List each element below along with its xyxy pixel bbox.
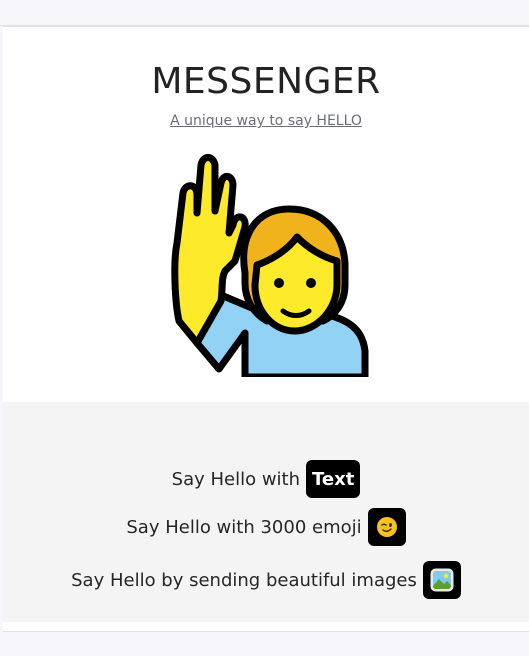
feature-text-label: Say Hello with	[171, 468, 301, 490]
page-title: MESSENGER	[151, 61, 381, 102]
person-raising-hand-icon	[171, 154, 369, 377]
feature-text: Say Hello with Text	[3, 460, 529, 498]
tagline: A unique way to say HELLO	[3, 113, 529, 129]
feature-images-label: Say Hello by sending beautiful images	[71, 569, 417, 591]
feature-images: Say Hello by sending beautiful images	[3, 561, 529, 599]
picture-icon	[422, 561, 461, 599]
feature-emoji: Say Hello with 3000 emoji	[3, 508, 529, 546]
features-section: Say Hello with Text Say Hello with 3000 …	[3, 402, 529, 622]
top-bar	[0, 0, 529, 26]
tagline-link[interactable]: A unique way to say HELLO	[170, 113, 362, 129]
text-badge-icon: Text	[306, 460, 361, 498]
winking-face-icon	[367, 508, 406, 546]
feature-emoji-label: Say Hello with 3000 emoji	[126, 516, 362, 538]
landing-card: MESSENGER A unique way to say HELLO Say …	[3, 26, 529, 632]
